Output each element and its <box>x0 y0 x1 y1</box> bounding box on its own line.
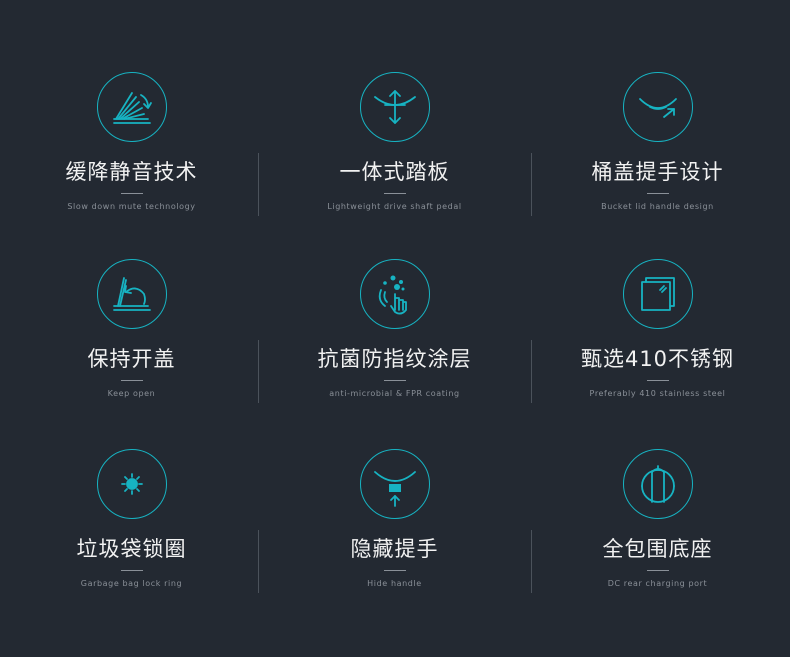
feature-item: 抗菌防指纹涂层 anti-microbial & FPR coating <box>263 259 526 399</box>
title-underline <box>383 570 406 571</box>
slow-close-icon <box>96 72 167 142</box>
lock-ring-icon <box>96 449 167 519</box>
feature-subtitle: Lightweight drive shaft pedal <box>327 202 462 211</box>
column-divider <box>531 530 532 593</box>
column-divider <box>258 153 259 216</box>
feature-item: 垃圾袋锁圈 Garbage bag lock ring <box>0 449 263 589</box>
feature-subtitle: Bucket lid handle design <box>601 202 714 211</box>
column-divider <box>258 340 259 403</box>
title-underline <box>120 193 143 194</box>
feature-title: 一体式踏板 <box>339 160 450 184</box>
title-underline <box>383 193 406 194</box>
antimicrobial-icon <box>359 259 430 329</box>
feature-subtitle: Slow down mute technology <box>67 202 196 211</box>
title-underline <box>120 380 143 381</box>
feature-item: 桶盖提手设计 Bucket lid handle design <box>526 72 789 212</box>
title-underline <box>646 380 669 381</box>
feature-subtitle: Garbage bag lock ring <box>80 579 183 588</box>
feature-subtitle: anti-microbial & FPR coating <box>329 389 460 398</box>
keep-open-icon <box>96 259 167 329</box>
feature-subtitle: Hide handle <box>367 579 422 588</box>
column-divider <box>531 340 532 403</box>
feature-item: 保持开盖 Keep open <box>0 259 263 399</box>
feature-title: 垃圾袋锁圈 <box>76 537 187 561</box>
lid-handle-icon <box>622 72 693 142</box>
title-underline <box>646 193 669 194</box>
feature-title: 隐藏提手 <box>350 537 439 561</box>
feature-grid: 缓降静音技术 Slow down mute technology 一体式踏板 L… <box>0 0 790 657</box>
feature-title: 全包围底座 <box>602 537 713 561</box>
feature-subtitle: Preferably 410 stainless steel <box>589 389 726 398</box>
feature-item: 缓降静音技术 Slow down mute technology <box>0 72 263 212</box>
feature-title: 缓降静音技术 <box>65 160 198 184</box>
title-underline <box>383 380 406 381</box>
feature-subtitle: Keep open <box>107 389 156 398</box>
feature-item: 甄选410不锈钢 Preferably 410 stainless steel <box>526 259 789 399</box>
feature-title: 保持开盖 <box>87 347 176 371</box>
stainless-steel-icon <box>622 259 693 329</box>
feature-item: 全包围底座 DC rear charging port <box>526 449 789 589</box>
title-underline <box>120 570 143 571</box>
feature-title: 抗菌防指纹涂层 <box>317 347 472 371</box>
feature-title: 桶盖提手设计 <box>591 160 724 184</box>
pedal-icon <box>359 72 430 142</box>
base-icon <box>622 449 693 519</box>
column-divider <box>531 153 532 216</box>
column-divider <box>258 530 259 593</box>
title-underline <box>646 570 669 571</box>
feature-item: 一体式踏板 Lightweight drive shaft pedal <box>263 72 526 212</box>
feature-item: 隐藏提手 Hide handle <box>263 449 526 589</box>
feature-title: 甄选410不锈钢 <box>580 347 735 371</box>
hidden-handle-icon <box>359 449 430 519</box>
feature-subtitle: DC rear charging port <box>607 579 708 588</box>
